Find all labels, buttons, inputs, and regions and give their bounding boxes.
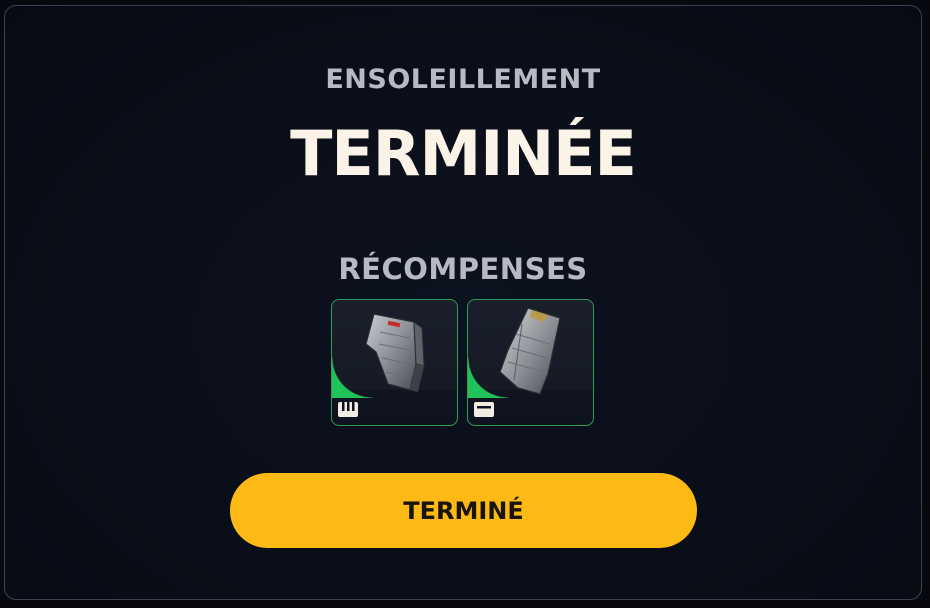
reward-item-1[interactable] xyxy=(331,299,458,426)
rewards-heading: RÉCOMPENSES xyxy=(338,252,588,286)
inventory-slot-icon xyxy=(338,402,358,417)
reward-item-2[interactable] xyxy=(467,299,594,426)
mission-name: ENSOLEILLEMENT xyxy=(325,64,601,95)
done-button[interactable]: TERMINÉ xyxy=(230,473,697,548)
completion-title: TERMINÉE xyxy=(290,117,637,190)
storage-slot-icon xyxy=(474,402,494,417)
magazine-icon xyxy=(365,313,425,392)
magazine-icon xyxy=(499,307,561,395)
